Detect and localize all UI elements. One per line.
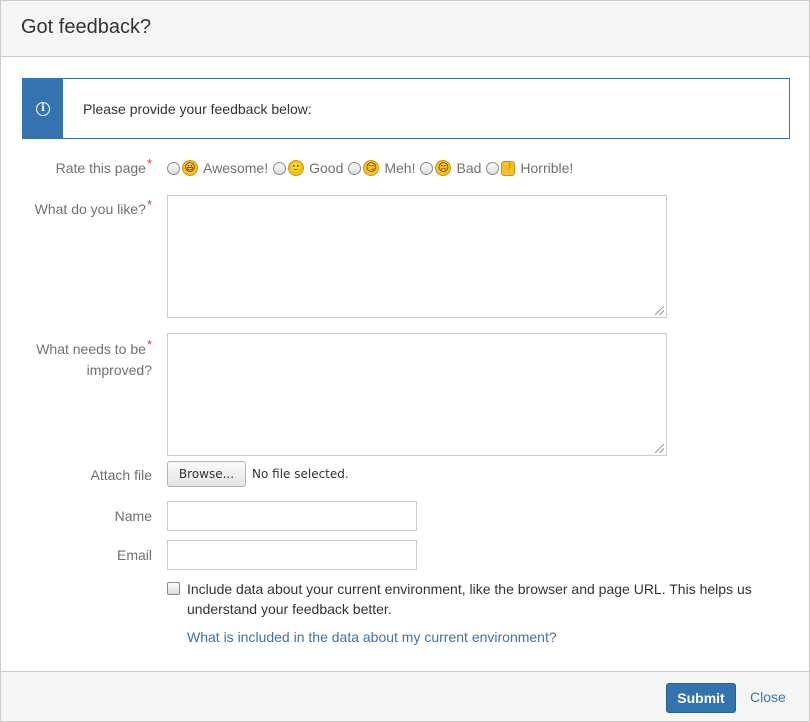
rating-option-label: Awesome!	[203, 160, 269, 176]
smiling-face-icon: 🙂	[288, 160, 305, 176]
rating-option-good[interactable]: 🙂 Good	[273, 160, 343, 176]
rating-label: Rate this page*	[55, 156, 152, 176]
required-marker: *	[146, 156, 152, 171]
dialog-header: Got feedback?	[1, 1, 809, 57]
rating-radio-meh[interactable]	[348, 161, 362, 175]
rating-option-label: Good	[309, 160, 344, 176]
browse-button[interactable]: Browse...	[167, 461, 246, 487]
rating-option-awesome[interactable]: 😃 Awesome!	[167, 160, 268, 176]
feedback-dialog: Got feedback? i Please provide your feed…	[0, 0, 810, 722]
info-message: i Please provide your feedback below:	[22, 78, 790, 139]
improve-label: What needs to be* improved?	[36, 337, 152, 378]
include-environment-label: Include data about your current environm…	[187, 581, 752, 617]
include-environment-checkbox[interactable]	[167, 582, 180, 595]
like-textarea[interactable]	[167, 195, 667, 318]
rating-radio-horrible[interactable]	[486, 161, 500, 175]
info-icon: i	[36, 101, 50, 116]
required-marker: *	[146, 337, 152, 352]
rating-option-bad[interactable]: ☹ Bad	[420, 160, 481, 176]
rating-radio-good[interactable]	[273, 161, 287, 175]
rating-option-label: Horrible!	[520, 160, 574, 176]
rating-option-label: Bad	[456, 160, 482, 176]
rating-option-meh[interactable]: 😏 Meh!	[348, 160, 415, 176]
environment-data-link[interactable]: What is included in the data about my cu…	[187, 629, 557, 645]
rating-radio-awesome[interactable]	[167, 161, 180, 175]
submit-button[interactable]: Submit	[666, 683, 736, 713]
resize-grip-icon[interactable]	[655, 444, 664, 453]
thumbs-down-icon: 👎	[501, 160, 516, 176]
required-marker: *	[146, 197, 152, 212]
email-label: Email	[116, 547, 152, 563]
frowning-face-icon: ☹	[435, 160, 452, 176]
rating-option-label: Meh!	[384, 160, 416, 176]
smirking-face-icon: 😏	[363, 160, 380, 176]
close-link[interactable]: Close	[750, 689, 786, 705]
resize-grip-icon[interactable]	[655, 306, 664, 315]
improve-textarea[interactable]	[167, 333, 667, 456]
info-message-text: Please provide your feedback below:	[83, 101, 312, 117]
rating-radio-bad[interactable]	[420, 161, 434, 175]
grinning-face-icon: 😃	[182, 160, 198, 176]
info-stripe: i	[23, 79, 63, 138]
dialog-title: Got feedback?	[21, 16, 152, 38]
attach-label: Attach file	[90, 467, 152, 483]
name-input[interactable]	[167, 501, 417, 531]
name-label: Name	[114, 508, 152, 524]
email-input[interactable]	[167, 540, 417, 570]
rating-option-horrible[interactable]: 👎 Horrible!	[486, 160, 573, 176]
rating-group: 😃 Awesome! 🙂 Good 😏 Meh! ☹ Bad 👎 Horribl…	[167, 158, 578, 178]
file-status: No file selected.	[252, 467, 349, 481]
dialog-footer: Submit Close	[1, 671, 809, 721]
like-label: What do you like?*	[34, 197, 152, 217]
